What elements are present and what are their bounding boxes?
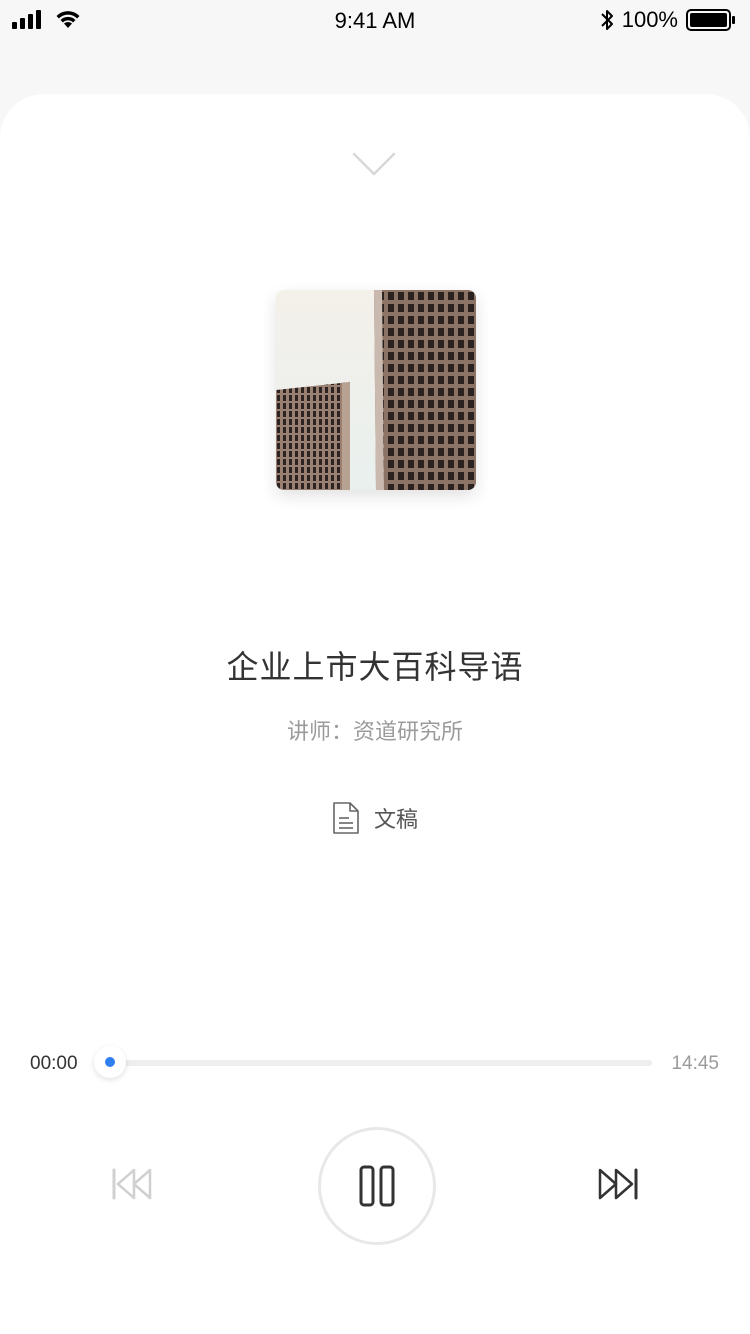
player-sheet: 企业上市大百科导语 讲师：资道研究所 文稿 00:00 14:45	[0, 94, 750, 1334]
chevron-down-icon[interactable]	[352, 152, 396, 178]
skip-back-icon	[112, 1168, 152, 1200]
album-cover	[276, 290, 476, 490]
lecturer-name: 讲师：资道研究所	[286, 720, 463, 745]
current-time: 00:00	[30, 1053, 78, 1074]
previous-button[interactable]	[108, 1162, 156, 1206]
status-right: 100%	[600, 7, 736, 33]
progress-thumb[interactable]	[94, 1046, 126, 1078]
progress-bar[interactable]	[94, 1046, 652, 1078]
status-bar: 9:41 AM 100%	[0, 0, 750, 44]
bluetooth-icon	[601, 10, 613, 30]
skip-forward-icon	[598, 1168, 638, 1200]
pause-button[interactable]	[318, 1127, 436, 1245]
track-title: 企业上市大百科导语	[226, 648, 524, 686]
pause-icon	[359, 1165, 395, 1207]
total-time: 14:45	[671, 1053, 719, 1074]
battery-icon	[686, 9, 735, 31]
transcript-button[interactable]: 文稿	[332, 800, 418, 836]
album-cover-image	[276, 290, 476, 490]
next-button[interactable]	[594, 1162, 642, 1206]
battery-percent: 100%	[621, 7, 678, 32]
transcript-label: 文稿	[374, 808, 419, 833]
document-icon	[333, 802, 359, 834]
